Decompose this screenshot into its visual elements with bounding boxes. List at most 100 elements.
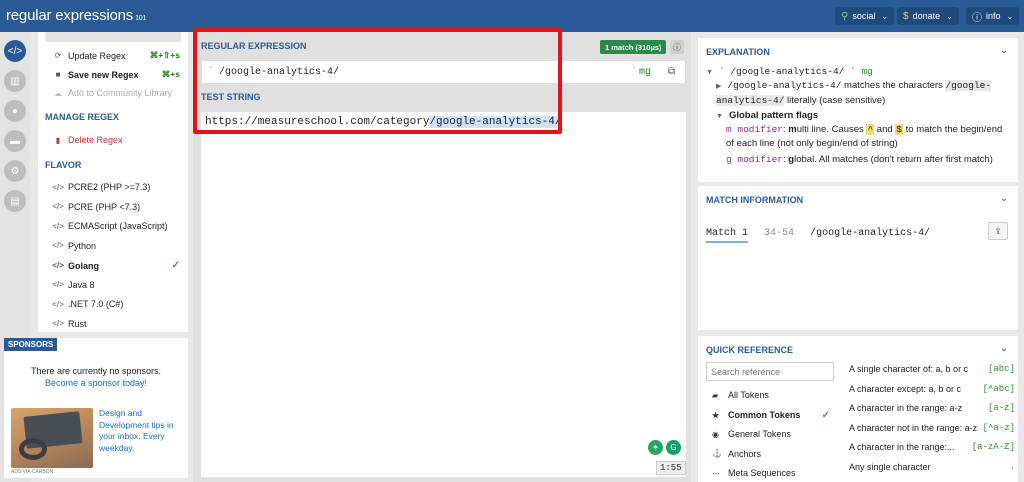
ad-image[interactable]: [11, 408, 93, 468]
save-icon: ■: [55, 70, 61, 79]
flavor-item[interactable]: </> ECMAScript (JavaScript): [52, 221, 180, 231]
test-string-input[interactable]: https://measureschool.com/category/googl…: [201, 112, 686, 477]
flavor-label: Golang: [68, 260, 99, 271]
chevron-down-icon[interactable]: ⌄: [1000, 45, 1008, 56]
flavor-label: PCRE2 (PHP >=7.3): [68, 182, 151, 192]
reference-category-label: Anchors: [728, 448, 762, 459]
explanation-node: ▶/google-analytics-4/ matches the charac…: [716, 80, 992, 106]
code-icon[interactable]: </>: [4, 40, 26, 62]
quick-reference-title: QUICK REFERENCE: [706, 345, 794, 355]
chat-icon[interactable]: ▤: [4, 190, 26, 212]
reference-desc: A character except: a, b or c: [849, 383, 962, 394]
reference-token: [a-zA-Z]: [971, 442, 1015, 452]
reference-token: [^a-z]: [982, 422, 1015, 433]
chevron-down-icon[interactable]: ⌄: [1000, 193, 1008, 204]
user-icon[interactable]: ●: [4, 100, 26, 122]
reference-search-input[interactable]: [706, 362, 834, 381]
upload-icon: ☁: [54, 88, 62, 98]
regex-menu-panel: ⟳ Update Regex ⌘+⇧+s ■ Save new Regex ⌘+s ☁ A…: [38, 32, 188, 332]
flavor-item[interactable]: </> Rust: [52, 319, 180, 329]
lightbulb-icon[interactable]: ✦: [648, 440, 663, 455]
reference-category-item[interactable]: ⚓ Anchors: [712, 449, 830, 459]
explanation-panel: EXPLANATION ⌄ ▼ ` /google-analytics-4/ ` …: [698, 38, 1018, 182]
chevron-down-icon: ⌄: [946, 11, 953, 21]
match-value: /google-analytics-4/: [810, 228, 931, 239]
reference-category-item[interactable]: ◉ General Tokens: [712, 429, 830, 439]
share-icon[interactable]: ⇪: [988, 222, 1008, 240]
flavor-item[interactable]: </> .NET 7.0 (C#): [52, 299, 180, 309]
grammarly-icon[interactable]: G: [666, 440, 681, 455]
flavor-item[interactable]: </> Java 8: [52, 280, 180, 290]
info-icon[interactable]: ⓘ: [670, 40, 684, 54]
flavor-label: ECMAScript (JavaScript): [68, 221, 168, 231]
match-label: Match 1: [706, 228, 749, 243]
reference-desc: A character in the range: a-z: [849, 403, 963, 413]
reference-entry[interactable]: Any single character.: [849, 462, 1015, 472]
add-to-library-item[interactable]: ☁ Add to Community Library: [52, 88, 180, 98]
flavor-label: Rust: [68, 318, 87, 329]
regex-flags[interactable]: mg: [639, 67, 651, 78]
global-flags-heading: ▼ Global pattern flags: [716, 110, 819, 121]
reference-category-item[interactable]: ⋯ Meta Sequences: [712, 468, 830, 478]
become-sponsor-link[interactable]: Become a sponsor today!: [4, 378, 188, 388]
code-icon: </>: [52, 261, 64, 270]
info-button[interactable]: ⓘ info ⌄: [966, 7, 1020, 25]
ellipsis-icon: ⋯: [712, 468, 720, 478]
reference-entry[interactable]: A character in the range: a-z [a-z]: [849, 403, 1015, 413]
flavor-item[interactable]: </> Python: [52, 241, 180, 251]
reference-category-item[interactable]: ▰ All Tokens: [712, 390, 830, 400]
flavor-heading: FLAVOR: [45, 160, 82, 170]
regex-delimiter-end: `: [631, 67, 638, 78]
flavor-label: Python: [68, 240, 97, 251]
m-modifier-desc: m modifier: multi line. Causes ^ and $ t…: [726, 124, 1003, 149]
sponsors-tag: SPONSORS: [4, 338, 58, 351]
copy-icon[interactable]: ⧉: [668, 66, 675, 77]
code-icon: </>: [52, 319, 64, 328]
quiz-icon[interactable]: ▬: [4, 130, 26, 152]
save-new-regex-item[interactable]: ■ Save new Regex ⌘+s: [52, 69, 180, 80]
code-icon: </>: [52, 241, 64, 250]
reference-category-label: General Tokens: [728, 429, 791, 439]
target-icon: ◉: [712, 429, 719, 439]
reference-category-label: All Tokens: [728, 390, 769, 400]
match-range: 34-54: [764, 228, 795, 239]
logo[interactable]: regular expressions 101: [6, 7, 146, 24]
grammarly-widget[interactable]: ✦ G: [648, 440, 681, 455]
reference-entry[interactable]: A character except: a, b or c [^abc]: [849, 384, 1015, 394]
dollar-icon: $: [903, 10, 909, 22]
match-info-title: MATCH INFORMATION: [706, 195, 804, 205]
match-row[interactable]: Match 1 34-54 /google-analytics-4/: [706, 228, 931, 243]
chevron-down-icon: ⌄: [881, 11, 889, 21]
ad-label[interactable]: ADS VIA CARBON: [11, 469, 53, 475]
check-icon: ✓: [821, 409, 830, 421]
library-icon[interactable]: ▥: [4, 70, 26, 92]
reference-category-label: Common Tokens: [728, 410, 801, 420]
reference-category-item[interactable]: ★ Common Tokens ✓: [712, 410, 830, 421]
chevron-down-icon[interactable]: ⌄: [1000, 343, 1008, 354]
flavor-item[interactable]: </> PCRE (PHP <7.3): [52, 202, 180, 212]
flavor-label: PCRE (PHP <7.3): [68, 201, 141, 212]
info-circle-icon: ⓘ: [972, 12, 982, 24]
editor-area: REGULAR EXPRESSION 1 match (310µs) ⓘ ` /…: [193, 28, 691, 482]
flavor-label: .NET 7.0 (C#): [68, 299, 124, 309]
highlight-annotation: [193, 28, 562, 134]
flavor-item[interactable]: </> PCRE2 (PHP >=7.3): [52, 182, 180, 192]
no-sponsors-text: There are currently no sponsors.: [30, 366, 162, 376]
reference-token: [a-z]: [987, 403, 1015, 413]
quick-reference-panel: QUICK REFERENCE ⌄ ▰ All Tokens ★ Common Tok…: [698, 336, 1018, 482]
reference-desc: A single character of: a, b or c: [849, 364, 969, 374]
reference-entry[interactable]: A single character of: a, b or c [abc]: [849, 364, 1015, 374]
reference-entry[interactable]: A character not in the range: a-z [^a-z]: [849, 423, 1015, 433]
settings-icon[interactable]: ⚙: [4, 160, 26, 182]
ad-text-link[interactable]: Design and Development tips in your inbo…: [99, 408, 183, 454]
delete-regex-item[interactable]: ▮ Delete Regex: [52, 135, 180, 145]
refresh-icon: ⟳: [54, 51, 62, 60]
manage-regex-heading: MANAGE REGEX: [45, 112, 120, 122]
social-button[interactable]: ⚲ social ⌄: [835, 7, 895, 25]
update-regex-item[interactable]: ⟳ Update Regex ⌘+⇧+s: [52, 50, 180, 61]
donate-button[interactable]: $ donate ⌄: [897, 7, 959, 25]
flavor-item[interactable]: </> Golang ✓: [52, 260, 180, 271]
match-info-panel: MATCH INFORMATION ⌄ Match 1 34-54 /googl…: [698, 186, 1018, 330]
flavor-label: Java 8: [68, 279, 95, 290]
reference-entry[interactable]: A character in the range:... [a-zA-Z]: [849, 442, 1015, 452]
